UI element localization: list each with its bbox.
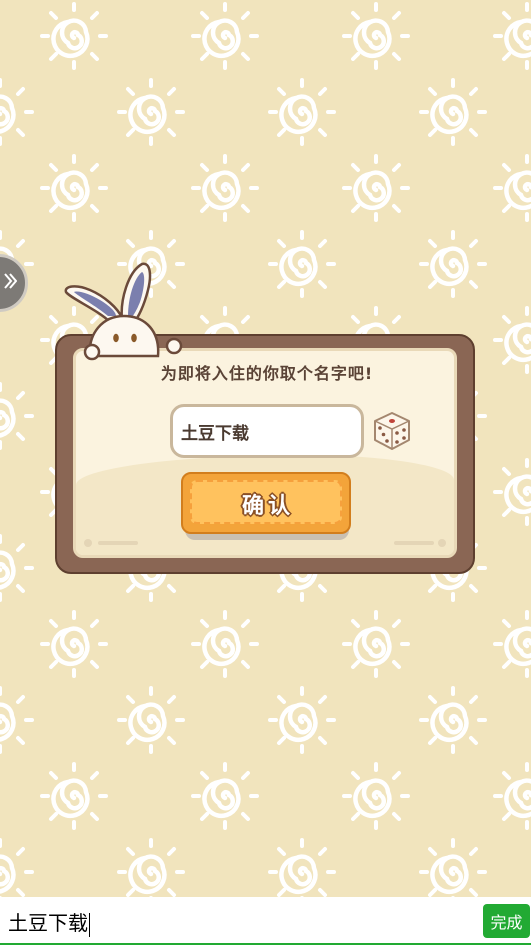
sun-swirl-icon	[495, 612, 531, 676]
sun-swirl-icon	[0, 384, 32, 448]
rabbit-mascot	[62, 260, 192, 365]
sun-swirl-icon	[270, 232, 334, 296]
sun-swirl-icon	[270, 688, 334, 752]
done-button[interactable]: 完成	[483, 904, 530, 938]
sun-swirl-icon	[495, 4, 531, 68]
keyboard-input-text: 土豆下载	[8, 911, 88, 935]
sun-swirl-icon	[495, 308, 531, 372]
sun-swirl-icon	[0, 536, 32, 600]
sun-swirl-icon	[421, 232, 485, 296]
sun-swirl-icon	[495, 460, 531, 524]
sun-swirl-icon	[0, 80, 32, 144]
panel-dot-left	[84, 539, 92, 547]
sun-swirl-icon	[421, 80, 485, 144]
confirm-button-face: 确认	[181, 472, 351, 534]
sun-swirl-icon	[270, 80, 334, 144]
sun-swirl-icon	[119, 80, 183, 144]
sun-swirl-icon	[270, 840, 334, 897]
sun-swirl-icon	[42, 764, 106, 828]
sun-swirl-icon	[119, 688, 183, 752]
sun-swirl-icon	[193, 612, 257, 676]
dice-icon[interactable]	[371, 410, 413, 452]
confirm-button[interactable]: 确认	[181, 472, 353, 540]
sun-swirl-icon	[42, 156, 106, 220]
sun-swirl-icon	[421, 840, 485, 897]
sun-swirl-icon	[119, 840, 183, 897]
sun-swirl-icon	[0, 840, 32, 897]
name-input[interactable]: 土豆下载	[170, 404, 364, 458]
confirm-button-label: 确认	[241, 494, 294, 519]
panel-line-right	[394, 541, 434, 545]
sun-swirl-icon	[42, 612, 106, 676]
keyboard-input-bar: 土豆下载 完成	[0, 897, 531, 945]
sun-swirl-icon	[344, 764, 408, 828]
sun-swirl-icon	[193, 4, 257, 68]
name-input-value: 土豆下载	[181, 423, 249, 444]
sun-swirl-icon	[421, 688, 485, 752]
sun-swirl-icon	[495, 156, 531, 220]
name-dialog: 为即将入住的你取个名字吧! 土豆下载 确认	[55, 334, 475, 574]
sun-swirl-icon	[344, 612, 408, 676]
sun-swirl-icon	[495, 764, 531, 828]
panel-dot-right	[438, 539, 446, 547]
sun-swirl-icon	[344, 156, 408, 220]
text-caret	[89, 912, 90, 937]
sun-swirl-icon	[193, 156, 257, 220]
sun-swirl-icon	[42, 4, 106, 68]
panel-line-left	[98, 541, 138, 545]
sun-swirl-icon	[193, 764, 257, 828]
sun-swirl-icon	[0, 688, 32, 752]
double-chevron-right-icon	[3, 272, 18, 294]
keyboard-input-field[interactable]: 土豆下载	[8, 907, 90, 937]
sun-swirl-icon	[344, 4, 408, 68]
